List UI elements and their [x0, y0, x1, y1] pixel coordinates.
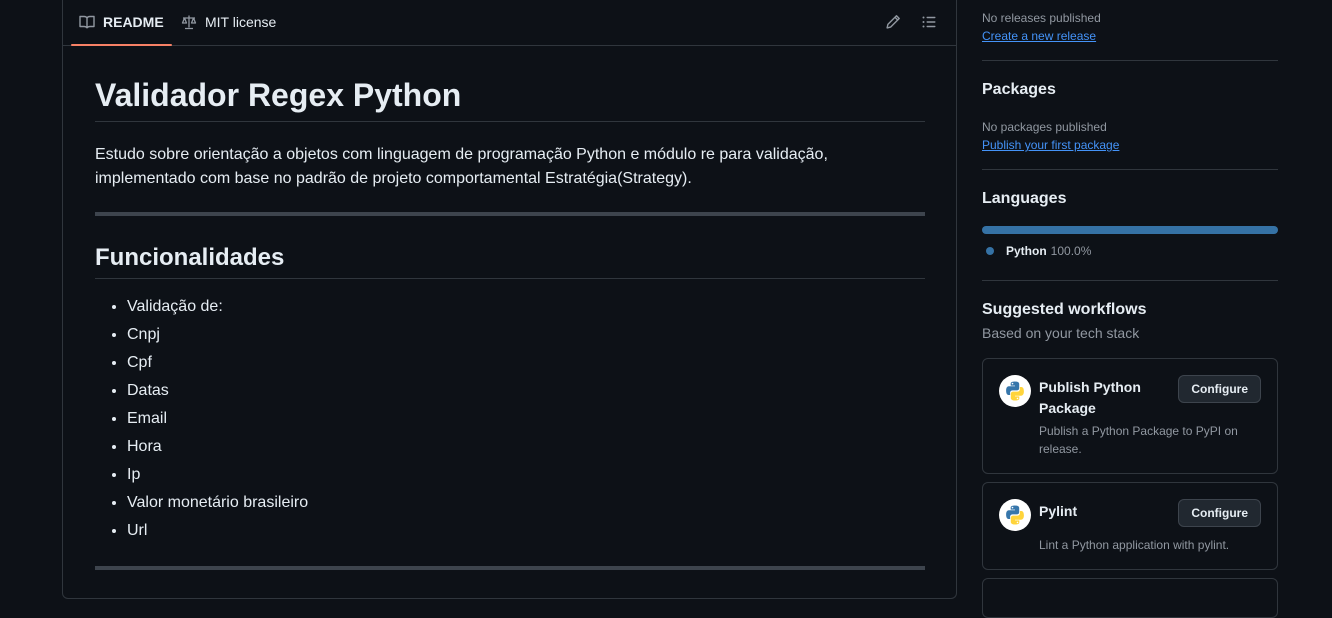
- horizontal-rule: [95, 566, 925, 570]
- list-item: Datas: [127, 377, 308, 405]
- list-item: Valor monetário brasileiro: [127, 489, 308, 517]
- languages-heading: Languages: [982, 190, 1067, 207]
- divider: [982, 169, 1278, 170]
- list-item: Url: [127, 517, 308, 545]
- readme-description: Estudo sobre orientação a objetos com li…: [95, 146, 828, 187]
- list-item: Email: [127, 405, 308, 433]
- python-logo-icon: [999, 375, 1031, 407]
- tab-readme[interactable]: README: [71, 0, 172, 46]
- packages-heading[interactable]: Packages: [982, 81, 1056, 99]
- tab-readme-label: README: [103, 14, 164, 30]
- features-list: Validação de: Cnpj Cpf Datas Email Hora …: [95, 293, 308, 545]
- list-item: Hora: [127, 433, 308, 461]
- list-unordered-icon: [922, 16, 936, 28]
- book-icon: [79, 14, 95, 30]
- language-bar: [982, 226, 1278, 234]
- language-percent: 100.0%: [1050, 244, 1092, 258]
- readme-tabs: README MIT license: [63, 0, 956, 46]
- packages-empty-text: No packages published: [982, 120, 1107, 134]
- list-item: Cpf: [127, 349, 308, 377]
- law-icon: [181, 14, 197, 30]
- readme-panel: README MIT license Validador Regex Pytho…: [62, 0, 957, 599]
- workflows-subheading: Based on your tech stack: [982, 325, 1140, 341]
- tab-license[interactable]: MIT license: [181, 0, 276, 45]
- list-item: Validação de:: [127, 293, 308, 321]
- edit-readme-button[interactable]: [882, 11, 904, 33]
- list-item: Cnpj: [127, 321, 308, 349]
- workflows-heading: Suggested workflows: [982, 301, 1147, 318]
- workflow-card-partial: [982, 578, 1278, 618]
- language-name: Python: [1006, 244, 1047, 258]
- configure-button[interactable]: Configure: [1178, 499, 1261, 527]
- workflow-description: Lint a Python application with pylint.: [1039, 538, 1230, 552]
- workflow-title: Pylint: [1039, 503, 1078, 519]
- divider: [982, 280, 1278, 281]
- outline-button[interactable]: [918, 11, 940, 33]
- releases-empty-text: No releases published: [982, 11, 1101, 25]
- section-heading: Funcionalidades: [95, 242, 925, 279]
- language-python[interactable]: Python 100.0%: [986, 244, 1091, 258]
- tab-license-label: MIT license: [205, 14, 277, 30]
- workflow-card-publish-python-package: Publish Python Package Publish a Python …: [982, 358, 1278, 474]
- workflow-card-pylint: Pylint Lint a Python application with py…: [982, 482, 1278, 570]
- workflow-description: Publish a Python Package to PyPI on rele…: [1039, 424, 1238, 456]
- horizontal-rule: [95, 212, 925, 216]
- pencil-icon: [886, 15, 900, 29]
- readme-title: Validador Regex Python: [95, 75, 925, 122]
- list-item: Ip: [127, 461, 308, 489]
- configure-button[interactable]: Configure: [1178, 375, 1261, 403]
- publish-package-link[interactable]: Publish your first package: [982, 138, 1119, 152]
- divider: [982, 60, 1278, 61]
- create-release-link[interactable]: Create a new release: [982, 29, 1096, 43]
- python-logo-icon: [999, 499, 1031, 531]
- workflow-title: Publish Python Package: [1039, 379, 1141, 416]
- language-color-dot: [986, 247, 994, 255]
